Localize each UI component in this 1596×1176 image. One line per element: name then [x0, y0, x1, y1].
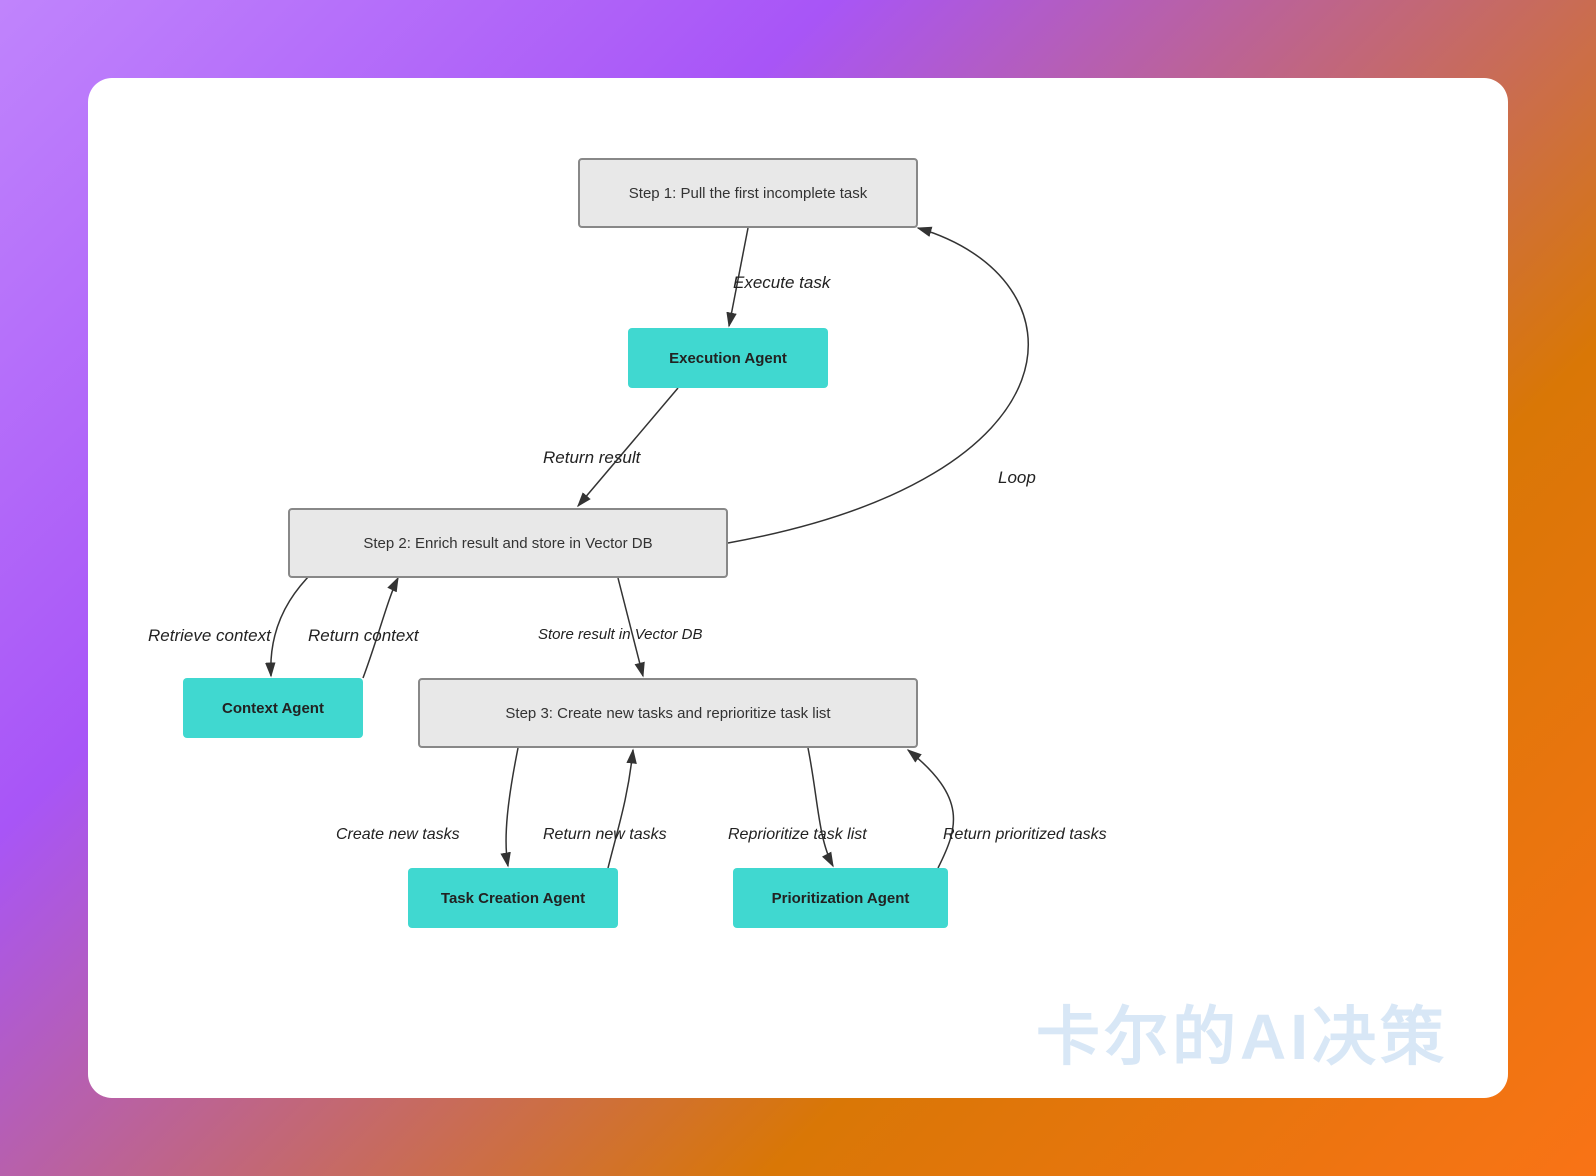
- task-creation-agent-label: Task Creation Agent: [441, 890, 585, 907]
- return-prioritized-label: Return prioritized tasks: [943, 826, 1107, 844]
- create-new-tasks-label: Create new tasks: [336, 826, 460, 844]
- watermark: 卡尔的AI决策: [1036, 986, 1448, 1078]
- prioritization-agent-node: Prioritization Agent: [733, 868, 948, 928]
- reprioritize-label: Reprioritize task list: [728, 826, 867, 844]
- step3-node: Step 3: Create new tasks and reprioritiz…: [418, 678, 918, 748]
- step1-label: Step 1: Pull the first incomplete task: [629, 185, 867, 202]
- prioritization-agent-label: Prioritization Agent: [772, 890, 910, 907]
- main-card: Step 1: Pull the first incomplete task E…: [88, 78, 1508, 1098]
- execute-task-label: Execute task: [733, 273, 830, 293]
- execution-agent-node: Execution Agent: [628, 328, 828, 388]
- diagram: Step 1: Pull the first incomplete task E…: [88, 78, 1508, 1098]
- task-creation-agent-node: Task Creation Agent: [408, 868, 618, 928]
- step2-node: Step 2: Enrich result and store in Vecto…: [288, 508, 728, 578]
- retrieve-context-label: Retrieve context: [148, 626, 271, 646]
- return-context-label: Return context: [308, 626, 419, 646]
- step3-label: Step 3: Create new tasks and reprioritiz…: [505, 705, 830, 722]
- return-result-label: Return result: [543, 448, 640, 468]
- execution-agent-label: Execution Agent: [669, 350, 787, 367]
- context-agent-label: Context Agent: [222, 700, 324, 717]
- loop-label: Loop: [998, 468, 1036, 488]
- store-result-label: Store result in Vector DB: [538, 626, 703, 643]
- context-agent-node: Context Agent: [183, 678, 363, 738]
- step1-node: Step 1: Pull the first incomplete task: [578, 158, 918, 228]
- connections-svg: [88, 78, 1508, 1098]
- return-new-tasks-label: Return new tasks: [543, 826, 667, 844]
- step2-label: Step 2: Enrich result and store in Vecto…: [363, 535, 652, 552]
